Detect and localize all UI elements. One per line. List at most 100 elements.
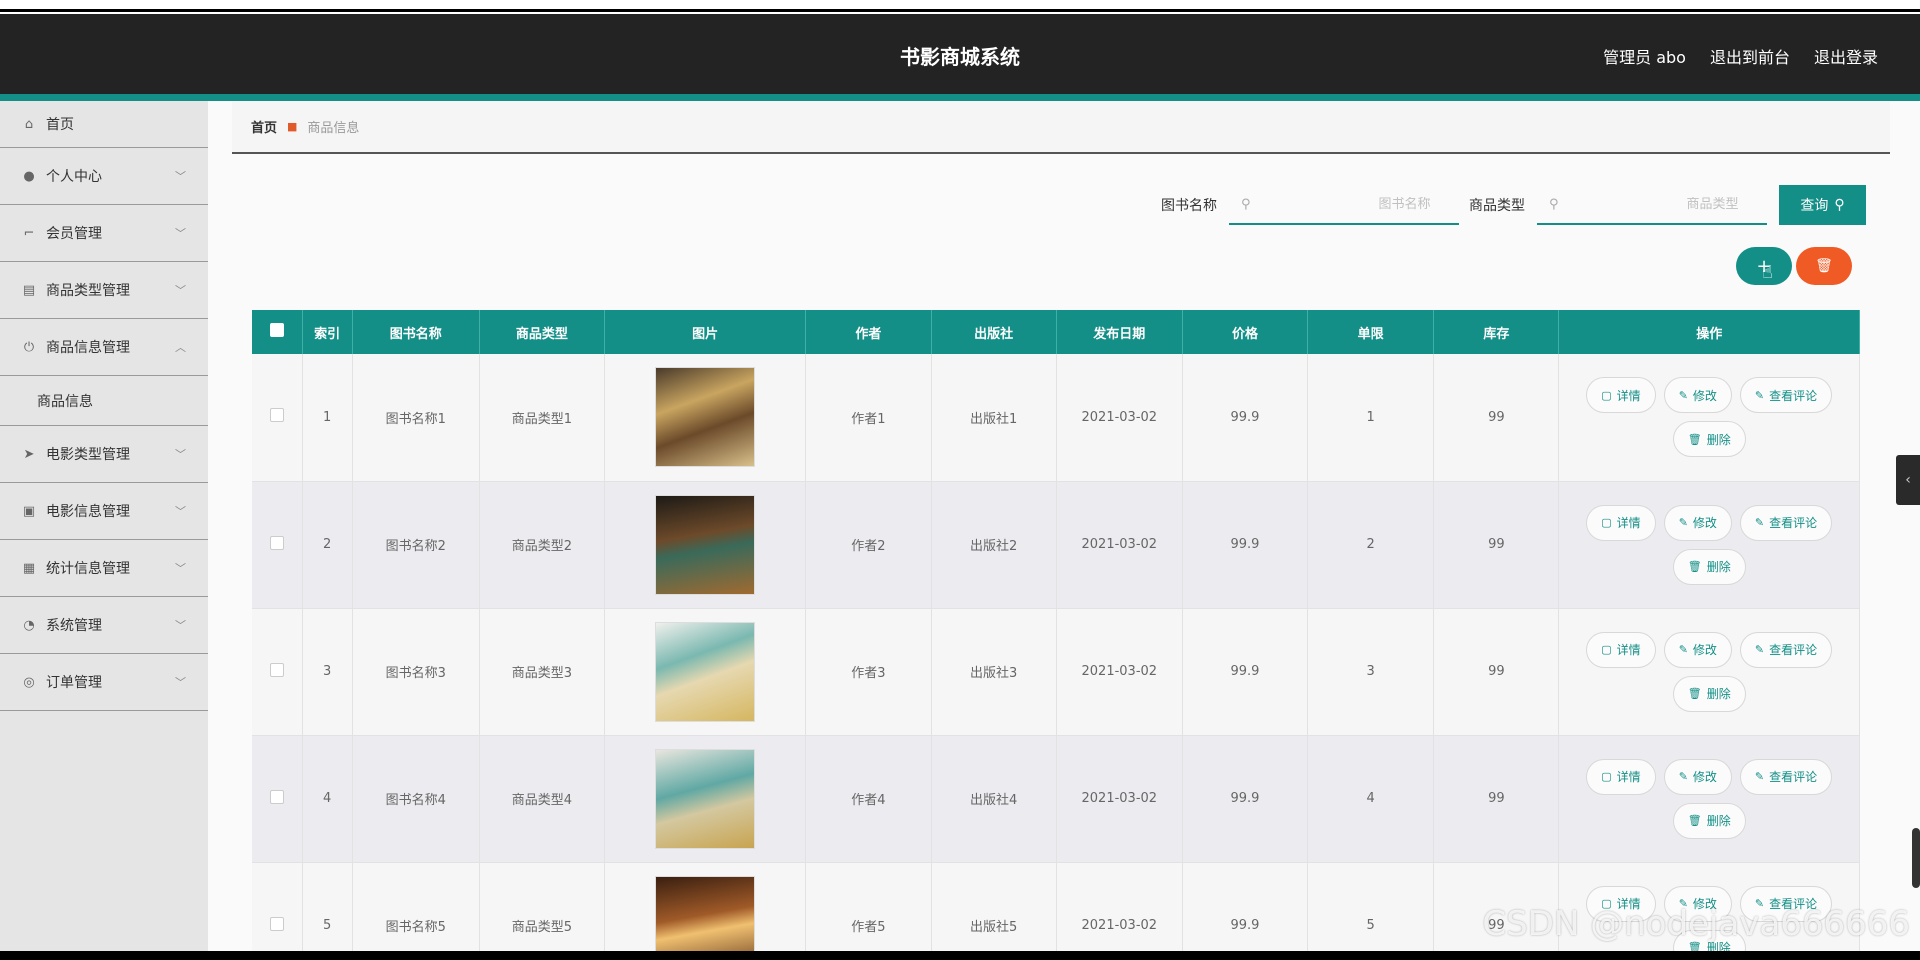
sidebar-item-statistics-management[interactable]: ▦ 统计信息管理 ﹀: [0, 540, 208, 597]
actions-cell: ▢ 详情 ✎ 修改 ✎ 查看评论 🗑 删除: [1558, 481, 1860, 609]
mouse-cursor-icon: ☝: [1762, 262, 1773, 283]
sidebar-item-movie-info-management[interactable]: ▣ 电影信息管理 ﹀: [0, 483, 208, 540]
sidebar-item-product-info-management[interactable]: ⏻ 商品信息管理 ︿: [0, 319, 208, 376]
detail-button[interactable]: ▢ 详情: [1586, 504, 1656, 541]
delete-button[interactable]: 🗑 删除: [1672, 802, 1746, 839]
delete-button[interactable]: 🗑 删除: [1672, 548, 1746, 585]
limit-cell: 4: [1307, 735, 1435, 863]
book-name-input[interactable]: [1250, 196, 1431, 212]
product-image[interactable]: [655, 621, 756, 722]
view-reviews-button[interactable]: ✎ 查看评论: [1739, 377, 1833, 414]
compass-icon: ◎: [23, 674, 35, 690]
column-header: 图书名称: [352, 310, 480, 354]
edit-button[interactable]: ✎ 修改: [1663, 758, 1732, 795]
select-all-checkbox[interactable]: [269, 323, 284, 337]
column-header: 出版社: [931, 310, 1057, 354]
book-name-cell: 图书名称4: [352, 735, 480, 863]
edit-button-label: 修改: [1692, 388, 1717, 403]
row-checkbox[interactable]: [269, 408, 284, 423]
product-image[interactable]: [655, 367, 756, 468]
main-content: 首页 ■ 商品信息 图书名称 ⚲ 商品类型 ⚲ 查询 ⚲ + 🗑 索引 图书名称…: [208, 101, 1920, 951]
delete-button[interactable]: 🗑 删除: [1672, 675, 1746, 712]
book-name-cell: 图书名称3: [352, 608, 480, 736]
row-checkbox[interactable]: [269, 535, 284, 550]
edit-button[interactable]: ✎ 修改: [1663, 377, 1732, 414]
image-cell: [604, 608, 807, 736]
date-cell: 2021-03-02: [1056, 354, 1183, 482]
price-cell: 99.9: [1182, 481, 1309, 609]
sidebar-item-label: 电影类型管理: [46, 447, 130, 463]
publisher-cell: 出版社2: [931, 481, 1057, 609]
trash-icon: 🗑: [1687, 687, 1702, 700]
stock-cell: 99: [1433, 481, 1560, 609]
breadcrumb-separator-icon: ■: [287, 120, 298, 133]
sidebar-item-product-type-management[interactable]: ▤ 商品类型管理 ﹀: [0, 262, 208, 319]
delete-button[interactable]: 🗑 删除: [1672, 421, 1746, 458]
row-checkbox[interactable]: [269, 662, 284, 677]
publisher-cell: 出版社1: [931, 354, 1057, 482]
product-image[interactable]: [655, 875, 756, 951]
sidebar-subitem-product-info[interactable]: 商品信息: [0, 376, 208, 426]
edit-button[interactable]: ✎ 修改: [1663, 631, 1732, 668]
window-top-bar: [0, 0, 1920, 14]
scrollbar[interactable]: [1912, 828, 1920, 888]
sidebar-item-movie-type-management[interactable]: ➤ 电影类型管理 ﹀: [0, 426, 208, 483]
view-reviews-button[interactable]: ✎ 查看评论: [1739, 631, 1833, 668]
breadcrumb-home[interactable]: 首页: [251, 117, 277, 136]
product-table: 索引 图书名称 商品类型 图片 作者 出版社 发布日期 价格 单限 库存 操作 …: [252, 310, 1860, 951]
sidebar-item-system-management[interactable]: ◔ 系统管理 ﹀: [0, 597, 208, 654]
sidebar-item-member-management[interactable]: ⌐ 会员管理 ﹀: [0, 205, 208, 262]
product-type-input[interactable]: [1558, 196, 1739, 212]
limit-cell: 1: [1307, 354, 1435, 482]
edit-button-label: 修改: [1692, 770, 1717, 784]
row-select-cell: [252, 481, 303, 609]
column-header: 价格: [1182, 310, 1309, 354]
view-reviews-button-label: 查看评论: [1769, 516, 1818, 530]
exit-to-frontend-link[interactable]: 退出到前台: [1710, 44, 1790, 68]
price-cell: 99.9: [1182, 862, 1309, 951]
image-cell: [604, 354, 807, 482]
chevron-down-icon: ﹀: [175, 619, 186, 632]
sidebar-item-home[interactable]: ⌂ 首页: [0, 101, 208, 148]
detail-button-label: 详情: [1616, 388, 1641, 403]
column-header: 操作: [1558, 310, 1860, 354]
row-actions: ▢ 详情 ✎ 修改 ✎ 查看评论 🗑 删除: [1564, 504, 1854, 585]
query-button[interactable]: 查询 ⚲: [1779, 185, 1866, 225]
price-cell: 99.9: [1182, 354, 1309, 482]
view-reviews-button[interactable]: ✎ 查看评论: [1739, 758, 1833, 795]
product-type-field: ⚲: [1537, 185, 1767, 225]
batch-delete-button[interactable]: 🗑: [1796, 247, 1852, 285]
product-image[interactable]: [655, 494, 756, 595]
logout-link[interactable]: 退出登录: [1814, 44, 1878, 68]
sidebar-item-order-management[interactable]: ◎ 订单管理 ﹀: [0, 654, 208, 711]
sidebar-item-label: 商品类型管理: [46, 283, 130, 299]
product-type-cell: 商品类型4: [479, 735, 606, 863]
sidebar-item-personal-center[interactable]: ● 个人中心 ﹀: [0, 148, 208, 205]
detail-button[interactable]: ▢ 详情: [1586, 631, 1656, 668]
view-reviews-button[interactable]: ✎ 查看评论: [1739, 504, 1833, 541]
row-checkbox[interactable]: [269, 789, 284, 804]
product-type-cell: 商品类型2: [479, 481, 606, 609]
limit-cell: 5: [1307, 862, 1435, 951]
edit-icon: ✎: [1754, 643, 1765, 656]
column-header: 库存: [1433, 310, 1560, 354]
detail-button[interactable]: ▢ 详情: [1586, 758, 1656, 795]
search-icon: ⚲: [1241, 196, 1251, 212]
column-header: 图片: [604, 310, 807, 354]
sidebar-item-label: 电影信息管理: [46, 504, 130, 520]
detail-button[interactable]: ▢ 详情: [1586, 377, 1656, 414]
product-image[interactable]: [655, 748, 756, 849]
breadcrumb: 首页 ■ 商品信息: [232, 101, 1890, 154]
edit-button[interactable]: ✎ 修改: [1663, 504, 1732, 541]
admin-user-link[interactable]: 管理员 abo: [1603, 44, 1686, 68]
chevron-down-icon: ﹀: [175, 170, 186, 183]
sidebar-item-label: 订单管理: [46, 675, 102, 691]
row-checkbox[interactable]: [269, 916, 284, 931]
author-cell: 作者2: [805, 481, 932, 609]
product-type-label: 商品类型: [1469, 198, 1525, 214]
row-actions: ▢ 详情 ✎ 修改 ✎ 查看评论 🗑 删除: [1564, 631, 1854, 712]
home-icon: ⌂: [24, 116, 34, 132]
watermark: CSDN @nodejava666666: [1482, 904, 1910, 944]
header-accent-strip: [0, 94, 1920, 101]
collapse-panel-tab[interactable]: ‹: [1896, 455, 1920, 505]
